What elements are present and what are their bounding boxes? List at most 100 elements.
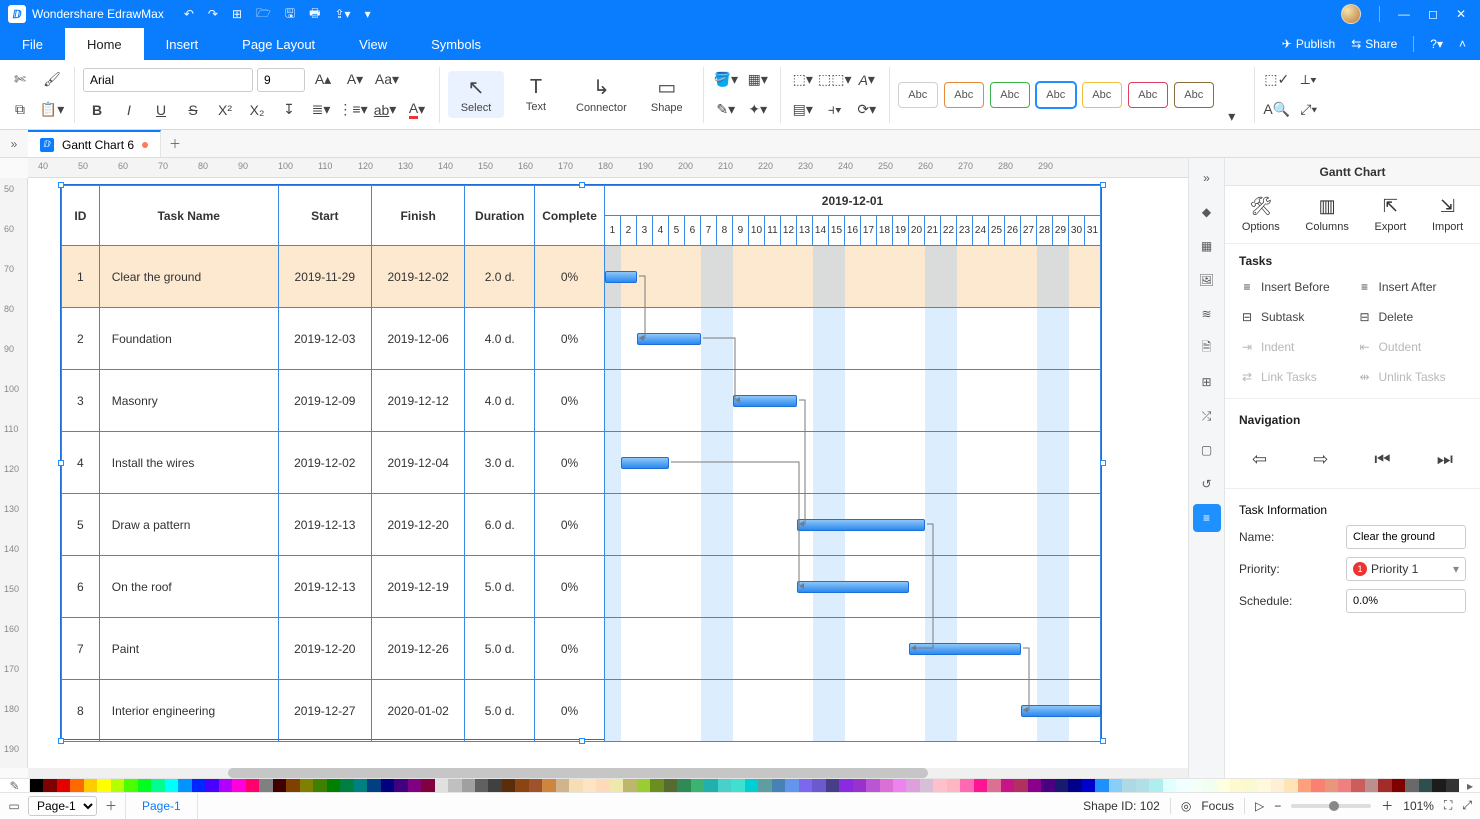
fullscreen-icon[interactable]: ⤢ [1462,798,1472,813]
arrange-front-icon[interactable]: ⬚▾ [789,67,817,93]
color-swatch[interactable] [1095,779,1108,792]
history-icon[interactable]: ↺ [1193,470,1221,498]
color-swatch[interactable] [178,779,191,792]
color-swatch[interactable] [569,779,582,792]
redo-icon[interactable]: ↷ [208,7,218,21]
color-swatch[interactable] [893,779,906,792]
gantt-bar[interactable] [621,457,669,469]
color-swatch[interactable] [354,779,367,792]
paste-icon[interactable]: 📋▾ [38,97,66,123]
color-swatch[interactable] [1136,779,1149,792]
canvas-scrollbar[interactable] [28,768,1188,778]
color-swatch[interactable] [853,779,866,792]
connector-tool[interactable]: ↳Connector [568,71,635,118]
color-swatch[interactable] [610,779,623,792]
color-swatch[interactable] [259,779,272,792]
collapse-ribbon-icon[interactable]: ˄ [1459,37,1466,51]
zoom-level[interactable]: 101% [1403,799,1434,813]
style-swatch[interactable]: Abc [1082,82,1122,108]
style-swatch[interactable]: Abc [1174,82,1214,108]
image-icon[interactable]: 🖼 [1193,266,1221,294]
gantt-row[interactable]: 2Foundation2019-12-032019-12-064.0 d.0% [62,308,1101,370]
color-swatch[interactable] [515,779,528,792]
panel-export-button[interactable]: ⇱Export [1375,196,1407,233]
color-swatch[interactable] [1257,779,1270,792]
color-swatch[interactable] [246,779,259,792]
color-swatch[interactable] [70,779,83,792]
rotate-icon[interactable]: ⟳▾ [853,97,881,123]
page-tab[interactable]: Page-1 [125,793,198,819]
color-swatch[interactable] [1014,779,1027,792]
color-swatch[interactable] [1365,779,1378,792]
gantt-bar[interactable] [637,333,701,345]
effects-icon[interactable]: ✦▾ [744,97,772,123]
color-swatch[interactable] [596,779,609,792]
page-select[interactable]: Page-1 [28,796,97,816]
color-swatch[interactable] [57,779,70,792]
line-spacing-icon[interactable]: ≣▾ [307,97,335,123]
color-swatch[interactable] [1432,779,1445,792]
table-icon[interactable]: ⊞ [1193,368,1221,396]
help-icon[interactable]: ?▾ [1430,37,1443,51]
panel-options-button[interactable]: 🛠Options [1242,196,1280,233]
color-swatch[interactable] [758,779,771,792]
color-swatch[interactable] [1190,779,1203,792]
align-icon[interactable]: ▤▾ [789,97,817,123]
color-swatch[interactable] [866,779,879,792]
priority-chevron-icon[interactable]: ▾ [1453,562,1459,576]
gantt-row[interactable]: 7Paint2019-12-202019-12-265.0 d.0% [62,618,1101,680]
color-swatch[interactable] [650,779,663,792]
color-swatch[interactable] [1068,779,1081,792]
color-swatch[interactable] [151,779,164,792]
select-all-icon[interactable]: ⬚✓ [1263,67,1291,93]
share-button[interactable]: ⇆ Share [1351,37,1397,51]
line-color-icon[interactable]: ✎▾ [712,97,740,123]
gantt-row[interactable]: 8Interior engineering2019-12-272020-01-0… [62,680,1101,742]
menu-tab-symbols[interactable]: Symbols [409,28,503,60]
color-swatch[interactable] [1001,779,1014,792]
info-schedule-input[interactable] [1346,589,1466,613]
qat-more-icon[interactable]: ▾ [365,7,371,21]
color-swatch[interactable] [1405,779,1418,792]
layout-icon[interactable]: ▦ [1193,232,1221,260]
strike-icon[interactable]: S [179,97,207,123]
color-swatch[interactable] [219,779,232,792]
crop-icon[interactable]: ⟂▾ [1295,67,1323,93]
shuffle-icon[interactable]: ⤮ [1193,402,1221,430]
color-swatch[interactable] [1217,779,1230,792]
color-swatch[interactable] [232,779,245,792]
new-icon[interactable]: ⊞ [232,7,242,21]
nav-prev-icon[interactable]: ⇦ [1252,449,1267,470]
color-swatch[interactable] [1028,779,1041,792]
print-icon[interactable]: 🖶 [309,4,320,25]
color-swatch[interactable] [1041,779,1054,792]
select-tool[interactable]: ↖Select [448,71,504,118]
color-swatch[interactable] [745,779,758,792]
style-gallery-more-icon[interactable]: ▾ [1218,103,1246,129]
color-swatch[interactable] [1298,779,1311,792]
color-swatch[interactable] [43,779,56,792]
layers-icon[interactable]: ≋ [1193,300,1221,328]
shadow-icon[interactable]: ▦▾ [744,67,772,93]
find-icon[interactable]: A🔍 [1263,97,1291,123]
color-swatch[interactable] [1203,779,1216,792]
gantt-panel-icon[interactable]: ≡ [1193,504,1221,532]
menu-tab-home[interactable]: Home [65,28,144,60]
color-swatch[interactable] [880,779,893,792]
page-icon[interactable]: 🗎 [1193,334,1221,362]
subtask-button[interactable]: ⊟Subtask [1239,306,1349,328]
add-tab-icon[interactable]: ＋ [161,130,189,157]
present-icon[interactable]: ▢ [1193,436,1221,464]
color-swatch[interactable] [124,779,137,792]
undo-icon[interactable]: ↶ [184,7,194,21]
gantt-bar[interactable] [733,395,797,407]
color-swatch[interactable] [799,779,812,792]
zoom-slider[interactable] [1291,804,1371,808]
canvas[interactable]: IDTask NameStartFinishDurationComplete20… [28,178,1188,768]
add-page-icon[interactable]: ＋ [97,797,125,814]
color-swatch[interactable] [1055,779,1068,792]
color-swatch[interactable] [1446,779,1459,792]
color-swatch[interactable] [1419,779,1432,792]
style-swatch[interactable]: Abc [898,82,938,108]
page-list-icon[interactable]: ▭ [0,799,28,813]
